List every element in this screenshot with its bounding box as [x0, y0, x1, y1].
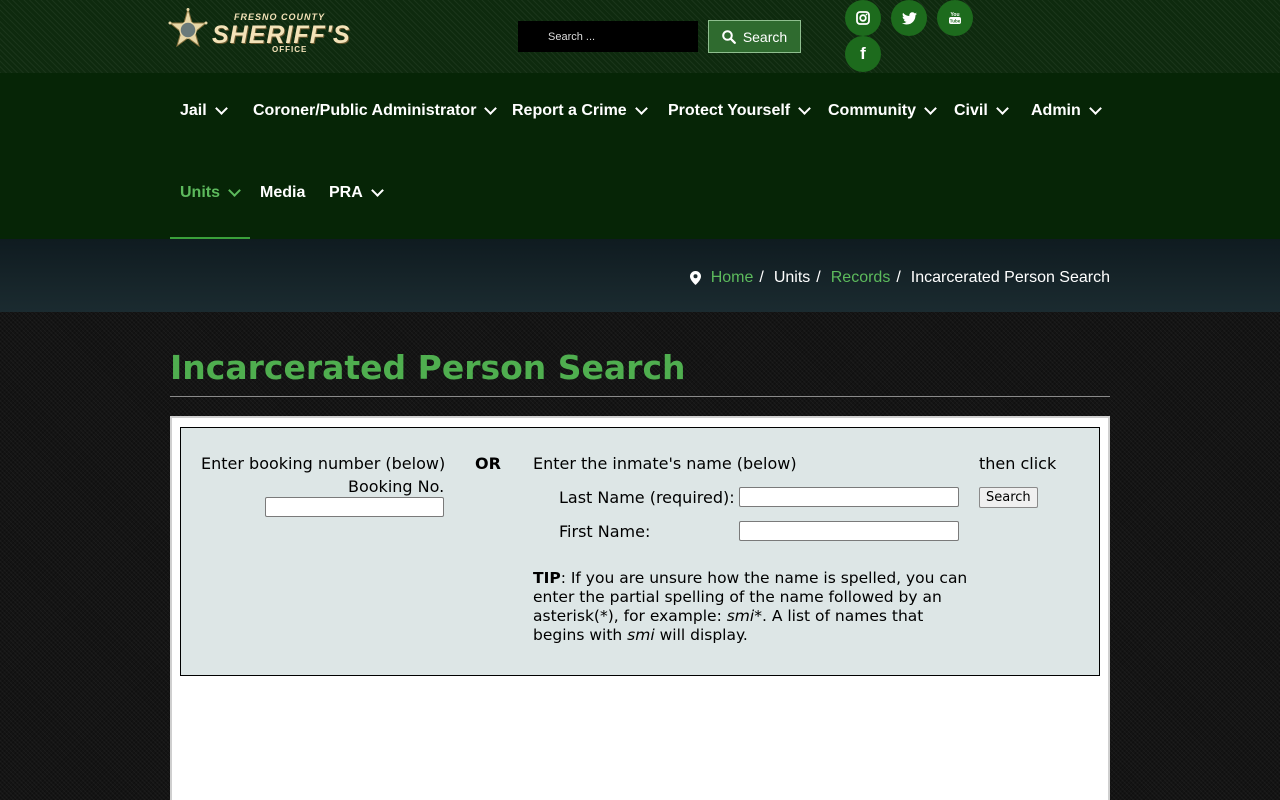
title-divider — [170, 396, 1110, 397]
page-title: Incarcerated Person Search — [170, 348, 686, 387]
nav-item-jail[interactable]: Jail — [180, 101, 228, 121]
booking-prompt: Enter booking number (below) — [201, 454, 446, 473]
tip-text: will display. — [654, 626, 748, 644]
breadcrumb-separator: / — [896, 269, 901, 286]
youtube-button[interactable]: You Tube — [937, 0, 973, 36]
first-name-input[interactable] — [739, 521, 959, 541]
nav-label: Admin — [1031, 102, 1081, 119]
chevron-down-icon — [995, 102, 1009, 115]
nav-label: Protect Yourself — [668, 102, 791, 119]
name-prompt: Enter the inmate's name (below) — [533, 454, 797, 473]
nav-label: Coroner/Public Administrator — [253, 102, 477, 119]
nav-item-pra[interactable]: PRA — [329, 183, 384, 203]
nav-item-coroner[interactable]: Coroner/Public Administrator — [253, 101, 498, 121]
instagram-button[interactable] — [845, 0, 881, 36]
chevron-down-icon — [1088, 102, 1102, 115]
twitter-icon — [901, 11, 917, 24]
nav-item-civil[interactable]: Civil — [954, 101, 1009, 121]
nav-label: PRA — [329, 184, 363, 201]
nav-item-protect-yourself[interactable]: Protect Yourself — [668, 101, 811, 121]
nav-item-admin[interactable]: Admin — [1031, 101, 1102, 121]
nav-label: Report a Crime — [512, 102, 627, 119]
first-name-label: First Name: — [559, 522, 651, 541]
tip-example: smi* — [726, 607, 762, 625]
chevron-down-icon — [634, 102, 648, 115]
nav-item-media[interactable]: Media — [260, 183, 305, 203]
then-click-label: then click — [979, 454, 1057, 473]
site-search-button[interactable]: Search — [708, 20, 801, 53]
facebook-icon: f — [860, 44, 866, 63]
logo-line3: OFFICE — [272, 45, 308, 54]
booking-number-input[interactable] — [265, 497, 444, 517]
map-marker-icon — [689, 271, 701, 285]
chevron-down-icon — [214, 102, 228, 115]
or-label: OR — [475, 454, 501, 473]
breadcrumb-units: Units — [773, 269, 811, 286]
search-icon — [722, 29, 736, 44]
booking-number-label: Booking No. — [348, 477, 445, 496]
last-name-input[interactable] — [739, 487, 959, 507]
sheriff-star-icon — [168, 8, 208, 48]
instagram-icon — [856, 11, 870, 25]
youtube-icon: You Tube — [949, 12, 961, 24]
breadcrumb-separator: / — [759, 269, 764, 286]
chevron-down-icon — [370, 184, 384, 197]
breadcrumb-separator: / — [816, 269, 821, 286]
last-name-label: Last Name (required): — [559, 488, 735, 507]
chevron-down-icon — [228, 184, 241, 197]
inmate-search-button[interactable]: Search — [979, 487, 1038, 508]
search-tip: TIP: If you are unsure how the name is s… — [533, 569, 973, 645]
nav-label: Media — [260, 184, 306, 201]
nav-item-units[interactable]: Units — [180, 183, 241, 203]
nav-label: Jail — [180, 102, 207, 119]
site-search-button-label: Search — [742, 28, 788, 45]
chevron-down-icon — [924, 102, 937, 115]
tip-example: smi — [627, 626, 655, 644]
facebook-button[interactable]: f — [845, 36, 881, 72]
breadcrumb-current: Incarcerated Person Search — [910, 269, 1110, 286]
nav-label: Community — [828, 102, 916, 119]
site-search-input[interactable] — [518, 21, 698, 52]
chevron-down-icon — [798, 102, 811, 115]
chevron-down-icon — [484, 102, 498, 115]
tip-label: TIP — [533, 569, 561, 587]
nav-label: Civil — [954, 102, 988, 119]
twitter-button[interactable] — [891, 0, 927, 36]
svg-text:Tube: Tube — [950, 19, 961, 24]
nav-item-community[interactable]: Community — [828, 101, 937, 121]
breadcrumb-records[interactable]: Records — [831, 269, 891, 287]
main-nav — [0, 73, 1280, 239]
breadcrumb: Home / Units / Records / Incarcerated Pe… — [689, 269, 1110, 287]
breadcrumb-home[interactable]: Home — [711, 269, 754, 287]
nav-item-report-crime[interactable]: Report a Crime — [512, 101, 648, 121]
sheriff-logo[interactable]: FRESNO COUNTY SHERIFF'S OFFICE — [168, 8, 384, 58]
nav-label: Units — [180, 184, 220, 201]
